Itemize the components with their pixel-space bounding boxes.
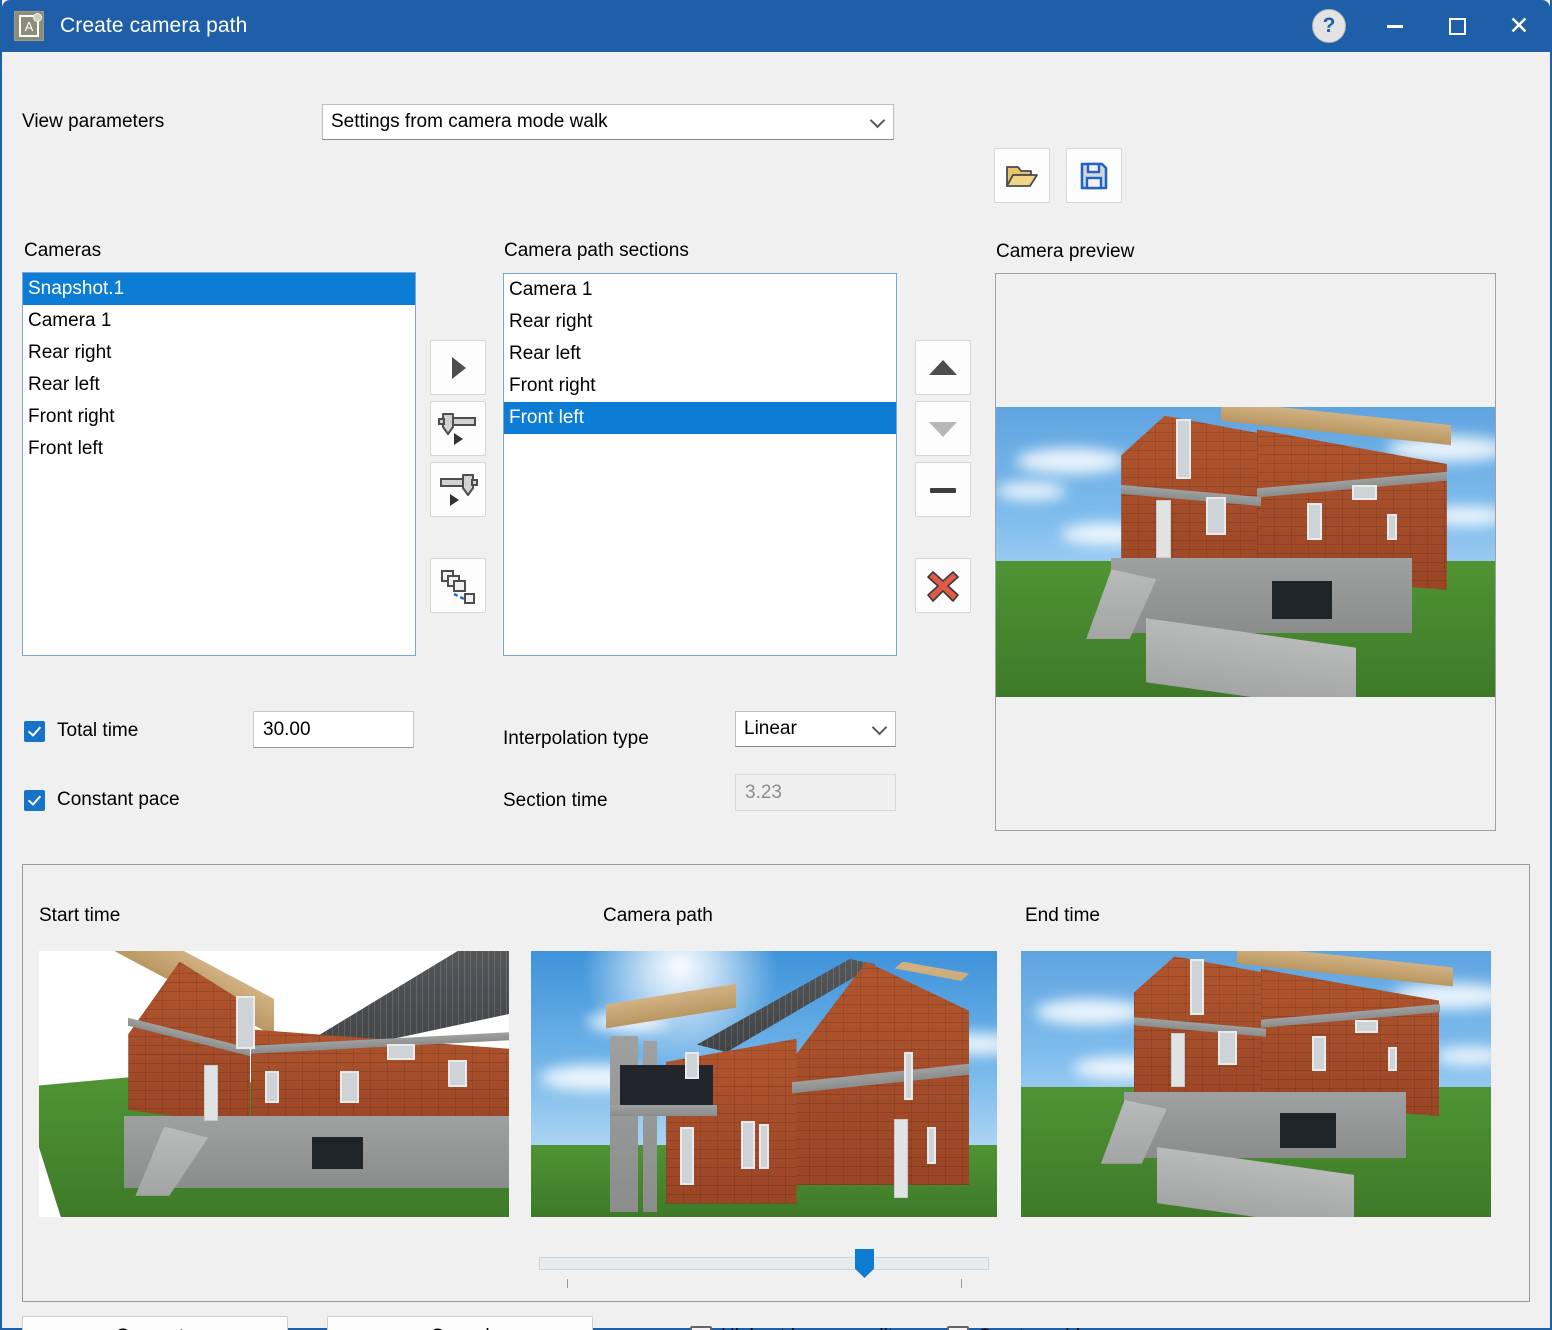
- list-item[interactable]: Front right: [23, 401, 415, 433]
- dialog-footer: Generate Cancel Highest image quality Cr…: [22, 1316, 1530, 1330]
- minus-icon: [930, 487, 956, 493]
- camera-path-thumbnail: [531, 951, 997, 1217]
- start-time-thumbnail: [39, 951, 509, 1217]
- generate-button[interactable]: Generate: [22, 1316, 288, 1330]
- slider-thumb[interactable]: [855, 1249, 874, 1278]
- camera-preview-header: Camera preview: [996, 241, 1135, 262]
- list-item[interactable]: Rear left: [504, 338, 896, 370]
- cancel-label: Cancel: [430, 1326, 489, 1330]
- insert-down-left-icon: [438, 412, 476, 445]
- create-a-video-row[interactable]: Create a video: [946, 1325, 1102, 1330]
- path-sections-header: Camera path sections: [504, 240, 689, 261]
- maximize-button[interactable]: [1426, 0, 1488, 52]
- constant-pace-checkbox-row[interactable]: Constant pace: [24, 789, 180, 811]
- move-down-button[interactable]: [915, 401, 971, 456]
- end-time-label: End time: [1025, 905, 1100, 926]
- total-time-checkbox-row[interactable]: Total time: [24, 720, 138, 742]
- move-up-button[interactable]: [915, 340, 971, 395]
- open-folder-icon: [1006, 165, 1038, 187]
- camera-path-label: Camera path: [603, 905, 713, 926]
- highest-image-quality-checkbox[interactable]: [690, 1325, 712, 1330]
- minimize-button[interactable]: [1364, 0, 1426, 52]
- cameras-list[interactable]: Snapshot.1 Camera 1 Rear right Rear left…: [22, 272, 416, 656]
- delete-all-button[interactable]: [915, 558, 971, 613]
- list-item[interactable]: Rear right: [504, 306, 896, 338]
- insert-down-right-icon: [440, 473, 478, 506]
- down-triangle-icon: [929, 421, 957, 437]
- insert-after-button[interactable]: [430, 462, 486, 517]
- list-item[interactable]: Rear left: [23, 369, 415, 401]
- total-time-value: 30.00: [263, 718, 311, 740]
- slider-tick-end: [961, 1279, 962, 1288]
- camera-preview-image: [996, 407, 1495, 697]
- dialog-content: View parameters Settings from camera mod…: [2, 52, 1550, 1330]
- highest-image-quality-label: Highest image quality: [721, 1326, 903, 1330]
- view-parameters-label: View parameters: [22, 111, 165, 132]
- copy-path-icon: [441, 569, 475, 604]
- end-time-thumbnail: [1021, 951, 1491, 1217]
- path-sections-list[interactable]: Camera 1 Rear right Rear left Front righ…: [503, 273, 897, 656]
- total-time-checkbox[interactable]: [24, 720, 45, 742]
- section-time-value: 3.23: [745, 781, 782, 803]
- duplicate-path-button[interactable]: [430, 558, 486, 613]
- list-item[interactable]: Rear right: [23, 337, 415, 369]
- remove-button[interactable]: [915, 462, 971, 517]
- timeline-panel: Start time Camera path End time: [22, 864, 1530, 1302]
- section-time-label: Section time: [503, 790, 608, 811]
- total-time-label: Total time: [57, 720, 139, 741]
- app-icon: A: [14, 11, 44, 41]
- generate-label: Generate: [115, 1326, 194, 1330]
- red-x-icon: [927, 570, 959, 602]
- list-item[interactable]: Front right: [504, 370, 896, 402]
- total-time-input[interactable]: 30.00: [253, 711, 414, 748]
- window-controls: ? ✕: [1312, 0, 1550, 52]
- right-arrow-icon: [452, 356, 466, 379]
- start-time-label: Start time: [39, 905, 121, 926]
- open-folder-button[interactable]: [994, 148, 1050, 203]
- camera-preview-panel: [995, 273, 1496, 831]
- transfer-buttons: [430, 340, 486, 619]
- list-item[interactable]: Snapshot.1: [23, 273, 415, 305]
- help-glyph: ?: [1322, 14, 1336, 37]
- maximize-icon: [1448, 17, 1466, 35]
- interpolation-type-label: Interpolation type: [503, 728, 649, 749]
- constant-pace-checkbox[interactable]: [24, 789, 45, 811]
- interpolation-type-select[interactable]: Linear: [735, 711, 896, 747]
- create-camera-path-dialog: A Create camera path ? ✕ View parameters…: [0, 0, 1552, 1330]
- view-parameters-row: View parameters Settings from camera mod…: [22, 104, 1530, 140]
- create-a-video-checkbox[interactable]: [946, 1325, 969, 1330]
- close-icon: ✕: [1508, 11, 1530, 40]
- view-parameters-value: Settings from camera mode walk: [331, 111, 608, 132]
- chevron-down-icon: [871, 719, 888, 736]
- app-icon-badge: [33, 13, 42, 22]
- create-a-video-label: Create a video: [978, 1326, 1102, 1330]
- list-item[interactable]: Front left: [504, 402, 896, 434]
- insert-before-button[interactable]: [430, 401, 486, 456]
- slider-tick-start: [567, 1279, 568, 1288]
- window-title: Create camera path: [60, 14, 248, 37]
- add-camera-button[interactable]: [430, 340, 486, 395]
- view-parameters-select[interactable]: Settings from camera mode walk: [322, 104, 894, 140]
- save-button[interactable]: [1066, 148, 1122, 203]
- constant-pace-label: Constant pace: [57, 789, 180, 810]
- cameras-header: Cameras: [24, 240, 102, 261]
- help-icon[interactable]: ?: [1312, 9, 1346, 43]
- list-item[interactable]: Camera 1: [504, 274, 896, 306]
- chevron-down-icon: [869, 112, 886, 129]
- interpolation-type-value: Linear: [744, 718, 797, 739]
- title-bar: A Create camera path ? ✕: [2, 0, 1550, 52]
- close-button[interactable]: ✕: [1488, 0, 1550, 52]
- save-disk-icon: [1080, 162, 1108, 189]
- list-item[interactable]: Camera 1: [23, 305, 415, 337]
- cancel-button[interactable]: Cancel: [327, 1316, 593, 1330]
- highest-image-quality-row[interactable]: Highest image quality: [690, 1325, 903, 1330]
- file-buttons: [994, 148, 1122, 203]
- list-item[interactable]: Front left: [23, 433, 415, 465]
- timeline-slider[interactable]: [539, 1247, 989, 1297]
- up-triangle-icon: [929, 359, 957, 375]
- minimize-icon: [1387, 24, 1403, 28]
- order-buttons: [915, 340, 971, 619]
- section-time-input: 3.23: [735, 774, 896, 811]
- slider-track[interactable]: [539, 1257, 989, 1270]
